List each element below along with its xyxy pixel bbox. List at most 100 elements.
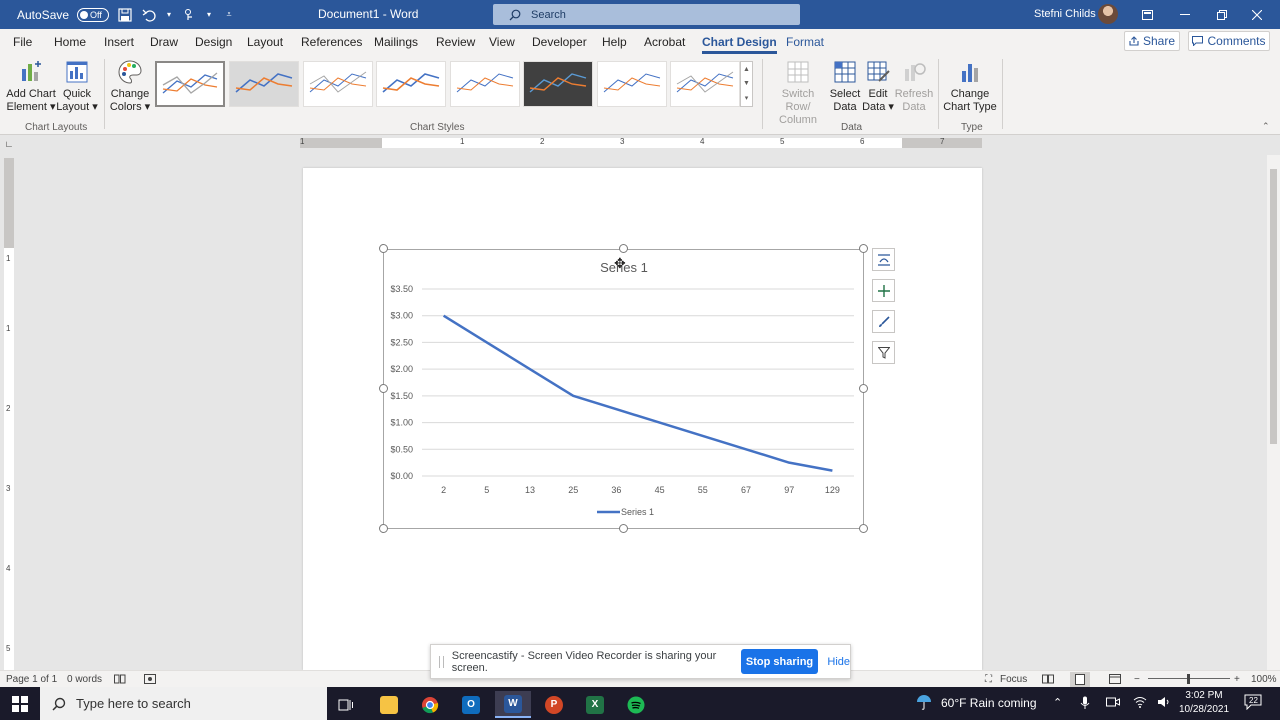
y-tick-label[interactable]: $1.00	[390, 418, 413, 428]
tab-draw[interactable]: Draw	[150, 35, 178, 49]
horizontal-ruler[interactable]: 1 1 2 3 4 5 6 7	[300, 137, 982, 148]
vertical-ruler[interactable]: 1 1 2 3 4 5	[4, 158, 14, 670]
zoom-out-button[interactable]: −	[1134, 674, 1140, 685]
clock[interactable]: 3:02 PM 10/28/2021	[1178, 689, 1230, 717]
search-box[interactable]: Search	[493, 4, 800, 25]
taskbar-powerpoint[interactable]: P	[536, 691, 572, 718]
focus-button[interactable]: Focus	[1000, 674, 1027, 685]
undo-icon[interactable]	[141, 7, 157, 23]
zoom-in-button[interactable]: +	[1234, 674, 1240, 685]
collapse-ribbon-icon[interactable]: ⌃	[1262, 121, 1270, 132]
select-data-button[interactable]: Select Data	[829, 59, 861, 114]
y-tick-label[interactable]: $0.00	[390, 471, 413, 481]
tab-format[interactable]: Format	[786, 35, 824, 49]
chevron-down-icon[interactable]: ▼	[743, 80, 750, 87]
x-tick-label[interactable]: 2	[441, 485, 446, 495]
chart-styles-button[interactable]	[872, 310, 895, 333]
tab-design[interactable]: Design	[195, 35, 232, 49]
save-icon[interactable]	[117, 7, 133, 23]
user-name[interactable]: Stefni Childs	[1034, 8, 1096, 20]
drag-handle-icon[interactable]	[439, 655, 444, 668]
taskbar-excel[interactable]: X	[577, 691, 613, 718]
resize-handle-right[interactable]	[859, 384, 868, 393]
scrollbar-thumb[interactable]	[1270, 169, 1277, 444]
tab-mailings[interactable]: Mailings	[374, 35, 418, 49]
chevron-up-icon[interactable]: ▲	[743, 66, 750, 73]
chart-style-5[interactable]	[450, 61, 520, 107]
layout-options-button[interactable]	[872, 248, 895, 271]
legend-label[interactable]: Series 1	[621, 507, 654, 517]
weather-text[interactable]: 60°F Rain coming	[941, 696, 1037, 710]
tab-developer[interactable]: Developer	[532, 35, 587, 49]
notifications-button[interactable]: 22	[1244, 694, 1262, 713]
chart-area[interactable]: Series 1 $0.00 $0.50 $1.00 $1.50 $2.00 $2.50 $3…	[383, 249, 864, 529]
taskbar-search[interactable]: Type here to search	[40, 687, 327, 720]
resize-handle-bottom[interactable]	[619, 524, 628, 533]
x-tick-label[interactable]: 45	[655, 485, 665, 495]
more-icon[interactable]: ▾	[745, 94, 749, 102]
page-count[interactable]: Page 1 of 1	[6, 674, 57, 685]
x-tick-label[interactable]: 97	[784, 485, 794, 495]
chart-style-4[interactable]	[376, 61, 446, 107]
weather-icon[interactable]	[915, 693, 933, 714]
web-layout-icon[interactable]	[1109, 674, 1121, 687]
chart-style-1[interactable]	[155, 61, 225, 107]
tab-help[interactable]: Help	[602, 35, 627, 49]
resize-handle-top[interactable]	[619, 244, 628, 253]
word-count[interactable]: 0 words	[67, 674, 102, 685]
x-tick-label[interactable]: 55	[698, 485, 708, 495]
taskbar-spotify[interactable]	[618, 691, 654, 718]
minimize-icon[interactable]	[1168, 0, 1202, 29]
tab-references[interactable]: References	[301, 35, 362, 49]
zoom-slider-thumb[interactable]	[1187, 674, 1190, 684]
tab-file[interactable]: File	[13, 35, 32, 49]
tab-layout[interactable]: Layout	[247, 35, 283, 49]
gallery-scroll[interactable]: ▲ ▼ ▾	[740, 61, 753, 107]
chart-filters-button[interactable]	[872, 341, 895, 364]
tab-view[interactable]: View	[489, 35, 515, 49]
share-button[interactable]: Share	[1124, 31, 1180, 51]
refresh-data-button[interactable]: Refresh Data	[895, 59, 933, 114]
tab-review[interactable]: Review	[436, 35, 475, 49]
resize-handle-bottom-right[interactable]	[859, 524, 868, 533]
focus-icon[interactable]: ⛶	[985, 674, 992, 685]
line-chart[interactable]: Series 1 $0.00 $0.50 $1.00 $1.50 $2.00 $2.50 $3…	[384, 250, 865, 530]
resize-handle-top-left[interactable]	[379, 244, 388, 253]
proofing-icon[interactable]	[114, 674, 126, 687]
series-line[interactable]	[442, 314, 833, 472]
taskbar-word[interactable]: W	[495, 691, 531, 718]
taskbar-outlook[interactable]: O	[453, 691, 489, 718]
read-mode-icon[interactable]	[1042, 674, 1054, 687]
edit-data-button[interactable]: Edit Data ▾	[862, 59, 894, 114]
chart-style-7[interactable]	[597, 61, 667, 107]
customize-toolbar-icon[interactable]: ⩡	[221, 7, 237, 23]
macro-record-icon[interactable]	[144, 674, 156, 687]
y-tick-label[interactable]: $3.00	[390, 311, 413, 321]
chart-elements-button[interactable]	[872, 279, 895, 302]
x-tick-label[interactable]: 129	[825, 485, 840, 495]
y-tick-label[interactable]: $0.50	[390, 444, 413, 454]
resize-handle-left[interactable]	[379, 384, 388, 393]
chevron-down-icon[interactable]: ▾	[205, 7, 213, 23]
print-layout-icon[interactable]	[1070, 672, 1090, 687]
ribbon-display-icon[interactable]	[1130, 0, 1164, 29]
resize-handle-top-right[interactable]	[859, 244, 868, 253]
task-view-button[interactable]	[328, 691, 364, 718]
y-tick-label[interactable]: $1.50	[390, 391, 413, 401]
x-tick-label[interactable]: 36	[611, 485, 621, 495]
x-tick-label[interactable]: 5	[484, 485, 489, 495]
touch-mode-icon[interactable]	[181, 7, 197, 23]
microphone-icon[interactable]	[1080, 696, 1090, 713]
stop-sharing-button[interactable]: Stop sharing	[740, 649, 819, 674]
y-tick-label[interactable]: $2.00	[390, 364, 413, 374]
x-tick-label[interactable]: 25	[568, 485, 578, 495]
vertical-scrollbar[interactable]	[1267, 155, 1280, 670]
x-tick-label[interactable]: 13	[525, 485, 535, 495]
chevron-down-icon[interactable]: ▾	[165, 7, 173, 23]
tab-home[interactable]: Home	[54, 35, 86, 49]
chart-style-2[interactable]	[229, 61, 299, 107]
chart-style-6[interactable]	[523, 61, 593, 107]
chart-style-3[interactable]	[303, 61, 373, 107]
tab-selector-icon[interactable]: ∟	[4, 139, 14, 149]
tab-insert[interactable]: Insert	[104, 35, 134, 49]
